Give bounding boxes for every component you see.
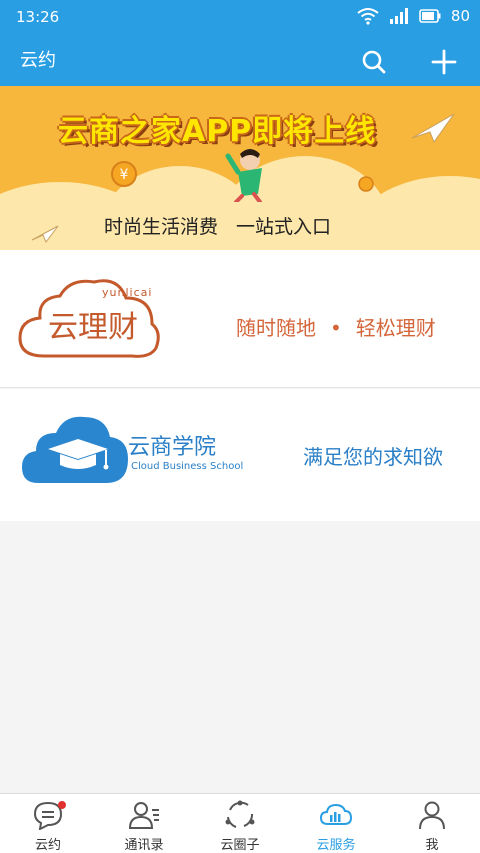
unread-badge: [58, 801, 66, 809]
status-icons: 80: [357, 7, 470, 25]
contacts-icon: [128, 802, 159, 829]
nav-item-yunyue[interactable]: 云约: [0, 794, 96, 853]
nav-label: 云约: [34, 838, 61, 853]
status-time: 13:26: [16, 8, 60, 26]
search-icon[interactable]: [360, 48, 388, 76]
nav-label: 通讯录: [124, 838, 164, 853]
licai-name: 云理财: [48, 310, 138, 345]
xueyuan-card[interactable]: 云商学院 Cloud Business School 满足您的求知欲: [0, 389, 480, 521]
licai-card[interactable]: yunlicai 云理财 随时随地 • 轻松理财: [0, 250, 480, 388]
svg-text:¥: ¥: [120, 167, 129, 183]
nav-item-contacts[interactable]: 通讯录: [96, 794, 192, 853]
graduation-cloud-logo: [22, 416, 128, 483]
nav-item-me[interactable]: 我: [384, 794, 480, 853]
licai-pinyin: yunlicai: [102, 286, 153, 299]
coin-icon: [358, 176, 374, 192]
licai-slogan: 随时随地 • 轻松理财: [236, 312, 436, 341]
nav-item-service[interactable]: 云服务: [288, 794, 384, 853]
add-icon[interactable]: [430, 48, 458, 76]
nav-label: 云服务: [316, 838, 356, 853]
xueyuan-name-en: Cloud Business School: [131, 461, 244, 472]
cloud-chart-icon: [320, 803, 352, 825]
licai-slogan-dot: •: [330, 316, 342, 340]
xueyuan-slogan: 满足您的求知欲: [303, 445, 443, 469]
bottom-nav: 云约 通讯录 云圈子 云服务 我: [0, 793, 480, 853]
battery-level: 80: [450, 7, 470, 25]
banner-subtitle: 时尚生活消费 一站式入口: [104, 212, 331, 239]
licai-slogan-right: 轻松理财: [355, 316, 436, 340]
page-title: 云约: [20, 50, 56, 71]
app-bar: 云约: [0, 34, 480, 86]
circle-refresh-icon: [225, 800, 255, 828]
wifi-icon: [357, 8, 379, 25]
paper-plane-icon: [411, 113, 455, 144]
paper-plane-icon: [31, 225, 59, 243]
banner-title: 云商之家APP即将上线: [58, 114, 377, 149]
coin-icon: ¥: [111, 161, 137, 187]
signal-icon: [389, 8, 408, 24]
status-bar: 13:26 80: [0, 0, 480, 34]
mascot-icon: [225, 149, 262, 202]
nav-label: 我: [425, 838, 439, 853]
person-icon: [419, 801, 445, 830]
battery-icon: [419, 9, 441, 23]
licai-slogan-left: 随时随地: [236, 316, 316, 340]
banner-subtitle-right: 一站式入口: [236, 216, 332, 238]
promo-banner[interactable]: ¥ 云商之家APP即将上线 时尚生活消费 一站式入口: [0, 86, 480, 250]
xueyuan-name: 云商学院: [128, 435, 217, 460]
banner-subtitle-left: 时尚生活消费: [104, 216, 219, 238]
nav-label: 云圈子: [220, 838, 260, 853]
nav-item-circle[interactable]: 云圈子: [192, 794, 288, 853]
